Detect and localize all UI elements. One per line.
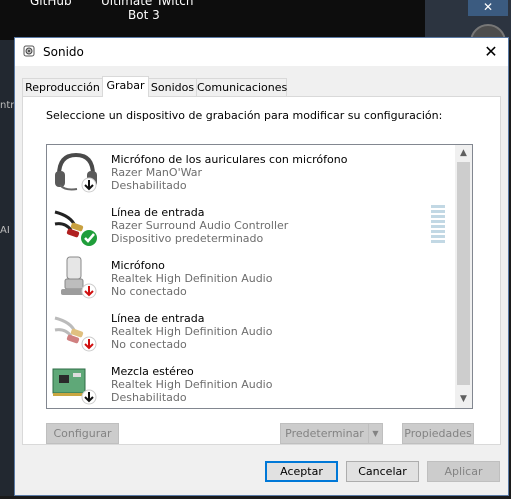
device-name: Línea de entrada xyxy=(111,312,205,325)
instruction-text: Seleccione un dispositivo de grabación p… xyxy=(46,109,443,122)
device-list[interactable]: Micrófono de los auriculares con micrófo… xyxy=(46,144,473,409)
speaker-icon xyxy=(23,45,35,57)
close-button[interactable]: ✕ xyxy=(480,41,502,63)
configure-button[interactable]: Configurar xyxy=(46,423,119,444)
vertical-scrollbar[interactable]: ▲ ▼ xyxy=(455,145,472,408)
scroll-down-icon[interactable]: ▼ xyxy=(455,391,472,408)
properties-button[interactable]: Propiedades xyxy=(402,423,474,444)
device-driver: Razer Surround Audio Controller xyxy=(111,219,289,232)
tab-reproduccion[interactable]: Reproducción xyxy=(22,78,103,96)
device-status: Dispositivo predeterminado xyxy=(111,232,264,245)
device-driver: Razer ManO'War xyxy=(111,166,203,179)
scroll-thumb[interactable] xyxy=(457,162,470,385)
line-in-cable-icon xyxy=(54,210,97,246)
device-status: No conectado xyxy=(111,285,187,298)
device-name: Línea de entrada xyxy=(111,206,205,219)
apply-button[interactable]: Aplicar xyxy=(427,461,500,482)
set-default-button[interactable]: Predeterminar xyxy=(280,423,369,444)
set-default-dropdown-icon[interactable]: ▼ xyxy=(368,423,383,444)
device-driver: Realtek High Definition Audio xyxy=(111,378,273,391)
device-name: Mezcla estéreo xyxy=(111,365,194,378)
bg-label-github: GitHub xyxy=(30,0,72,8)
tab-comunicaciones[interactable]: Comunicaciones xyxy=(196,78,287,96)
sound-card-icon xyxy=(52,368,97,405)
device-name: Micrófono xyxy=(111,259,165,272)
device-status: Deshabilitado xyxy=(111,179,187,192)
background-close-icon: ✕ xyxy=(468,0,508,16)
device-name: Micrófono de los auriculares con micrófo… xyxy=(111,153,348,166)
line-in-cable-icon xyxy=(54,316,97,352)
bg-left-text: ΑΙ xyxy=(0,225,10,236)
bg-left-text: ntr xyxy=(0,100,15,111)
bg-label-ultimate-line2: Bot 3 xyxy=(128,8,160,22)
device-driver: Realtek High Definition Audio xyxy=(111,325,273,338)
device-status: Deshabilitado xyxy=(111,391,187,404)
dialog-title: Sonido xyxy=(43,45,84,59)
bg-label-ultimate-line1: Ultimate Twitch xyxy=(101,0,194,8)
list-item[interactable]: Micrófono Realtek High Definition Audio … xyxy=(47,251,455,304)
microphone-icon xyxy=(61,256,97,299)
list-item[interactable]: Línea de entrada Realtek High Definition… xyxy=(47,304,455,357)
tab-grabar[interactable]: Grabar xyxy=(102,76,149,97)
sound-dialog: Sonido ✕ Reproducción Grabar Sonidos Com… xyxy=(14,37,509,496)
device-status: No conectado xyxy=(111,338,187,351)
close-icon: ✕ xyxy=(484,42,498,61)
recording-tab-panel: Seleccione un dispositivo de grabación p… xyxy=(22,96,501,445)
tab-sonidos[interactable]: Sonidos xyxy=(148,78,197,96)
background-left-strip: ntr ΑΙ xyxy=(0,40,14,496)
cancel-button[interactable]: Cancelar xyxy=(346,461,419,482)
title-bar[interactable]: Sonido ✕ xyxy=(15,38,508,66)
device-driver: Realtek High Definition Audio xyxy=(111,272,273,285)
ok-button[interactable]: Aceptar xyxy=(265,461,338,482)
scroll-up-icon[interactable]: ▲ xyxy=(455,145,472,162)
level-meter xyxy=(431,205,445,245)
headset-icon xyxy=(55,152,97,193)
list-item[interactable]: Línea de entrada Razer Surround Audio Co… xyxy=(47,198,455,251)
list-item[interactable]: Mezcla estéreo Realtek High Definition A… xyxy=(47,357,455,408)
list-item[interactable]: Micrófono de los auriculares con micrófo… xyxy=(47,145,455,198)
